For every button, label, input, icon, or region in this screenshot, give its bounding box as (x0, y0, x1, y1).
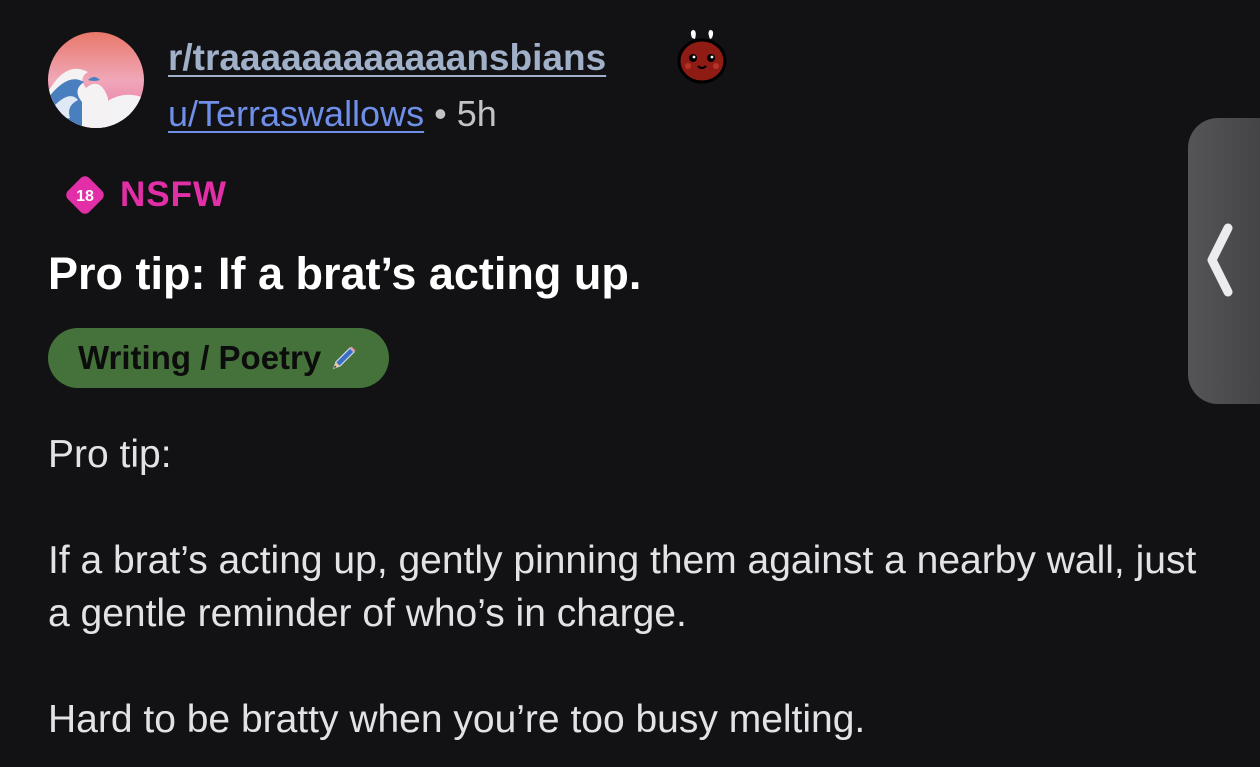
pencil-icon (333, 346, 356, 369)
subreddit-link[interactable]: r/traaaaaaaaaaaansbians (168, 36, 606, 80)
nsfw-18-icon: 18 (62, 172, 108, 218)
body-paragraph: Pro tip: (48, 433, 172, 476)
chevron-left-icon (1207, 223, 1233, 297)
post-body: Pro tip: If a brat’s acting up, gently p… (48, 428, 1218, 767)
post-byline: u/Terraswallows • 5h (168, 92, 497, 136)
nsfw-label: NSFW (120, 175, 228, 214)
author-link[interactable]: u/Terraswallows (168, 93, 424, 134)
nsfw-tag: 18 NSFW (62, 172, 227, 218)
edge-panel-handle[interactable] (1188, 118, 1260, 404)
nsfw-badge-number: 18 (76, 188, 94, 205)
byline-separator: • (434, 93, 447, 134)
subreddit-avatar[interactable] (48, 32, 144, 128)
flair-label: Writing / Poetry (78, 339, 322, 376)
body-paragraph: If a brat’s acting up, gently pinning th… (48, 539, 1197, 635)
red-critter-award-icon (677, 30, 727, 84)
post-age: 5h (456, 93, 497, 134)
wave-painting-avatar-icon (48, 32, 144, 128)
post-title: Pro tip: If a brat’s acting up. (48, 248, 642, 299)
body-paragraph: Hard to be bratty when you’re too busy m… (48, 698, 866, 741)
post-flair[interactable]: Writing / Poetry (48, 328, 390, 388)
